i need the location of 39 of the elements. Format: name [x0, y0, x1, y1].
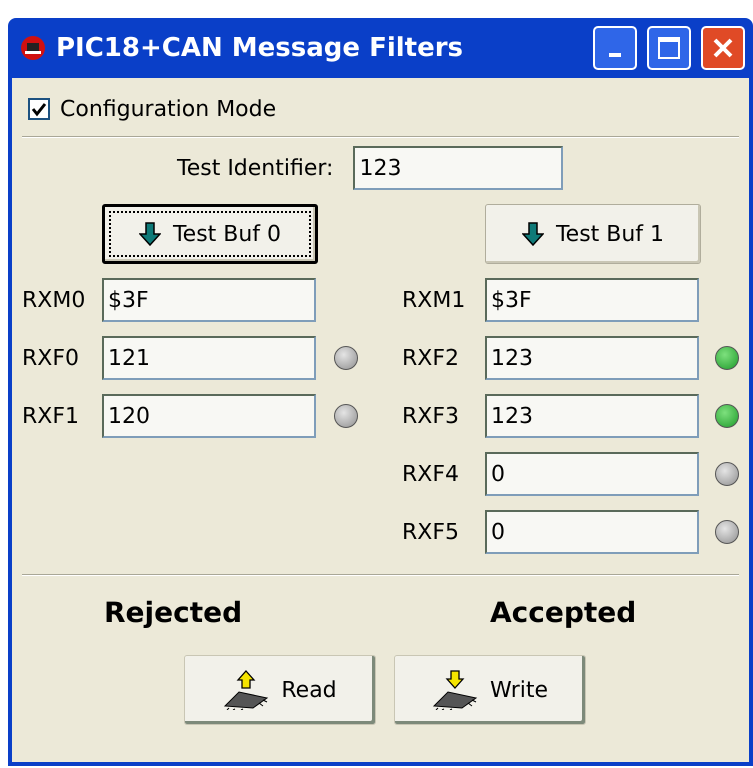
filter-field[interactable]: 0: [485, 510, 699, 554]
filter-label: RXF5: [402, 520, 460, 544]
mask-field[interactable]: $3F: [485, 278, 699, 322]
test-buffer-button[interactable]: Test Buf 0: [102, 204, 318, 264]
close-icon: [711, 36, 735, 60]
minimize-button[interactable]: [593, 26, 637, 70]
filter-label: RXF4: [402, 462, 460, 486]
configuration-mode-checkbox[interactable]: [28, 98, 50, 120]
app-icon: [20, 35, 46, 61]
filter-label: RXF0: [22, 346, 80, 370]
filter-field[interactable]: 0: [485, 452, 699, 496]
maximize-icon: [657, 36, 681, 60]
configuration-mode-label: Configuration Mode: [60, 96, 276, 122]
checkmark-icon: [31, 101, 47, 117]
result-label: Accepted: [490, 596, 636, 629]
mask-label: RXM0: [22, 288, 86, 312]
filter-field[interactable]: 120: [102, 394, 316, 438]
down-arrow-icon: [138, 222, 161, 246]
filter-label: RXF1: [22, 404, 80, 428]
chip-download-icon: [432, 670, 478, 710]
write-button[interactable]: Write: [394, 655, 586, 725]
filter-field[interactable]: 123: [485, 336, 699, 380]
filter-field[interactable]: 123: [485, 394, 699, 438]
read-button[interactable]: Read: [184, 655, 376, 725]
mask-field[interactable]: $3F: [102, 278, 316, 322]
result-label: Rejected: [104, 596, 242, 629]
minimize-icon: [609, 53, 621, 57]
down-arrow-icon: [522, 222, 544, 246]
filter-field[interactable]: 121: [102, 336, 316, 380]
filter-label: RXF3: [402, 404, 460, 428]
maximize-button[interactable]: [647, 26, 691, 70]
close-button[interactable]: [701, 26, 745, 70]
window-title: PIC18+CAN Message Filters: [56, 33, 464, 63]
test-identifier-field[interactable]: 123: [353, 146, 564, 190]
test-identifier-label: Test Identifier:: [177, 156, 334, 180]
test-buffer-button[interactable]: Test Buf 1: [485, 204, 701, 264]
chip-upload-icon: [223, 670, 270, 710]
filter-label: RXF2: [402, 346, 460, 370]
mask-label: RXM1: [402, 288, 466, 312]
